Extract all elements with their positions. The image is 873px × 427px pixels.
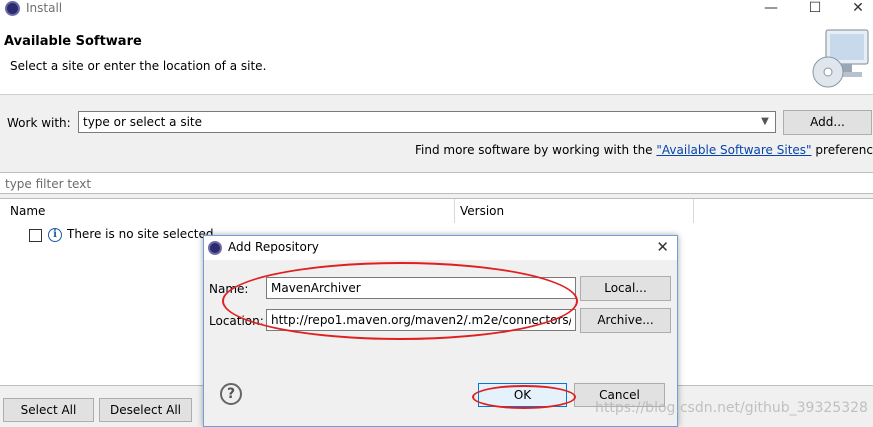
archive-button[interactable]: Archive... xyxy=(580,308,671,333)
available-sites-link[interactable]: "Available Software Sites" xyxy=(656,143,811,157)
computer-cd-icon xyxy=(812,29,869,88)
select-all-button[interactable]: Select All xyxy=(3,398,94,422)
filter-input[interactable]: type filter text xyxy=(0,172,873,194)
more-software-prefix: Find more software by working with the xyxy=(415,143,653,157)
tree-row-label: There is no site selected xyxy=(67,227,214,241)
local-button[interactable]: Local... xyxy=(580,276,671,301)
annotation-ellipse-ok xyxy=(472,385,576,409)
work-with-combo[interactable]: type or select a site ▼ xyxy=(78,111,776,133)
page-subtitle: Select a site or enter the location of a… xyxy=(10,59,267,73)
eclipse-icon xyxy=(5,1,20,16)
column-header-name[interactable]: Name xyxy=(10,204,45,218)
more-software-suffix: preferences. xyxy=(815,143,873,157)
work-with-value: type or select a site xyxy=(83,115,203,129)
site-checkbox[interactable] xyxy=(29,229,42,242)
watermark-text: https://blog.csdn.net/github_39325328 xyxy=(595,400,868,416)
minimize-button[interactable]: — xyxy=(756,0,786,18)
dialog-titlebar: Add Repository ✕ xyxy=(204,236,677,260)
info-icon: i xyxy=(48,228,62,242)
window-titlebar: Install — ☐ ✕ xyxy=(0,0,873,18)
eclipse-icon xyxy=(208,241,222,255)
annotation-ellipse-fields xyxy=(222,262,578,340)
close-button[interactable]: ✕ xyxy=(843,0,873,18)
header-banner: Available Software Select a site or ente… xyxy=(0,18,873,95)
dialog-title: Add Repository xyxy=(228,240,319,254)
dialog-close-button[interactable]: ✕ xyxy=(656,238,669,256)
column-separator[interactable] xyxy=(693,199,694,223)
page-title: Available Software xyxy=(4,34,142,49)
filter-placeholder: type filter text xyxy=(5,177,92,191)
window-title: Install xyxy=(26,1,63,15)
help-icon[interactable]: ? xyxy=(220,383,242,405)
work-with-label: Work with: xyxy=(7,116,71,130)
column-separator[interactable] xyxy=(454,199,455,223)
add-button[interactable]: Add... xyxy=(783,110,872,135)
maximize-button[interactable]: ☐ xyxy=(800,0,830,18)
deselect-all-button[interactable]: Deselect All xyxy=(99,398,192,422)
chevron-down-icon[interactable]: ▼ xyxy=(757,114,773,130)
column-header-version[interactable]: Version xyxy=(460,204,504,218)
more-software-text: Find more software by working with the "… xyxy=(415,143,873,157)
